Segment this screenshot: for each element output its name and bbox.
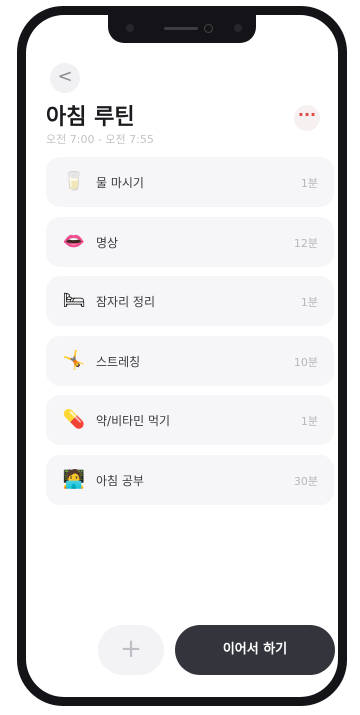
- routine-item[interactable]: 🧑‍💻 아침 공부 30분: [46, 454, 334, 505]
- routine-item-duration: 30분: [293, 474, 318, 488]
- more-dots-icon: ···: [297, 105, 317, 124]
- back-button[interactable]: <: [50, 63, 80, 93]
- bed-icon: 🛏: [62, 290, 86, 312]
- routine-item[interactable]: 🥛 물 마시기 1분: [46, 157, 334, 207]
- routine-item-duration: 10분: [293, 355, 318, 369]
- stretching-icon: 🤸: [62, 349, 86, 371]
- routine-item-duration: 12분: [293, 236, 318, 250]
- routine-item-label: 물 마시기: [96, 176, 144, 190]
- page-title: 아침 루틴: [46, 105, 135, 130]
- routine-item-label: 아침 공부: [96, 473, 144, 488]
- lips-icon: 👄: [62, 230, 86, 252]
- time-range: 오전 7:00 - 오전 7:55: [46, 133, 154, 146]
- chevron-left-icon: <: [57, 66, 73, 87]
- study-person-icon: 🧑‍💻: [62, 468, 86, 490]
- routine-item-label: 약/비타민 먹기: [96, 414, 171, 429]
- routine-item-duration: 1분: [300, 177, 318, 190]
- routine-item[interactable]: 🤸 스트레칭 10분: [46, 335, 334, 386]
- routine-item-duration: 1분: [300, 415, 318, 429]
- speaker-bar: [164, 27, 198, 30]
- routine-item-label: 스트레칭: [96, 354, 141, 369]
- phone-notch: [108, 15, 256, 43]
- pill-icon: 💊: [62, 409, 86, 431]
- routine-item-duration: 1분: [300, 296, 318, 310]
- routine-item-label: 명상: [96, 235, 119, 250]
- sensor-dot: [234, 24, 242, 32]
- app-screen: < 아침 루틴 오전 7:00 - 오전 7:55 ··· 🥛 물 마시기 1분…: [26, 15, 338, 697]
- routine-item[interactable]: 💊 약/비타민 먹기 1분: [46, 395, 334, 446]
- continue-button[interactable]: 이어서 하기: [175, 625, 335, 675]
- more-options-button[interactable]: ···: [294, 105, 320, 131]
- camera-icon: [204, 24, 213, 33]
- add-routine-button[interactable]: +: [98, 625, 164, 675]
- routine-item[interactable]: 🛏 잠자리 정리 1분: [46, 276, 334, 327]
- water-glass-icon: 🥛: [62, 171, 86, 192]
- routine-item[interactable]: 👄 명상 12분: [46, 216, 334, 267]
- phone-frame: < 아침 루틴 오전 7:00 - 오전 7:55 ··· 🥛 물 마시기 1분…: [17, 6, 347, 706]
- plus-icon: +: [120, 634, 142, 664]
- sensor-dot: [126, 24, 134, 32]
- routine-item-label: 잠자리 정리: [96, 295, 156, 310]
- routine-list: 🥛 물 마시기 1분 👄 명상 12분 🛏 잠자리 정리 1분 🤸 스트레칭 1…: [46, 157, 334, 515]
